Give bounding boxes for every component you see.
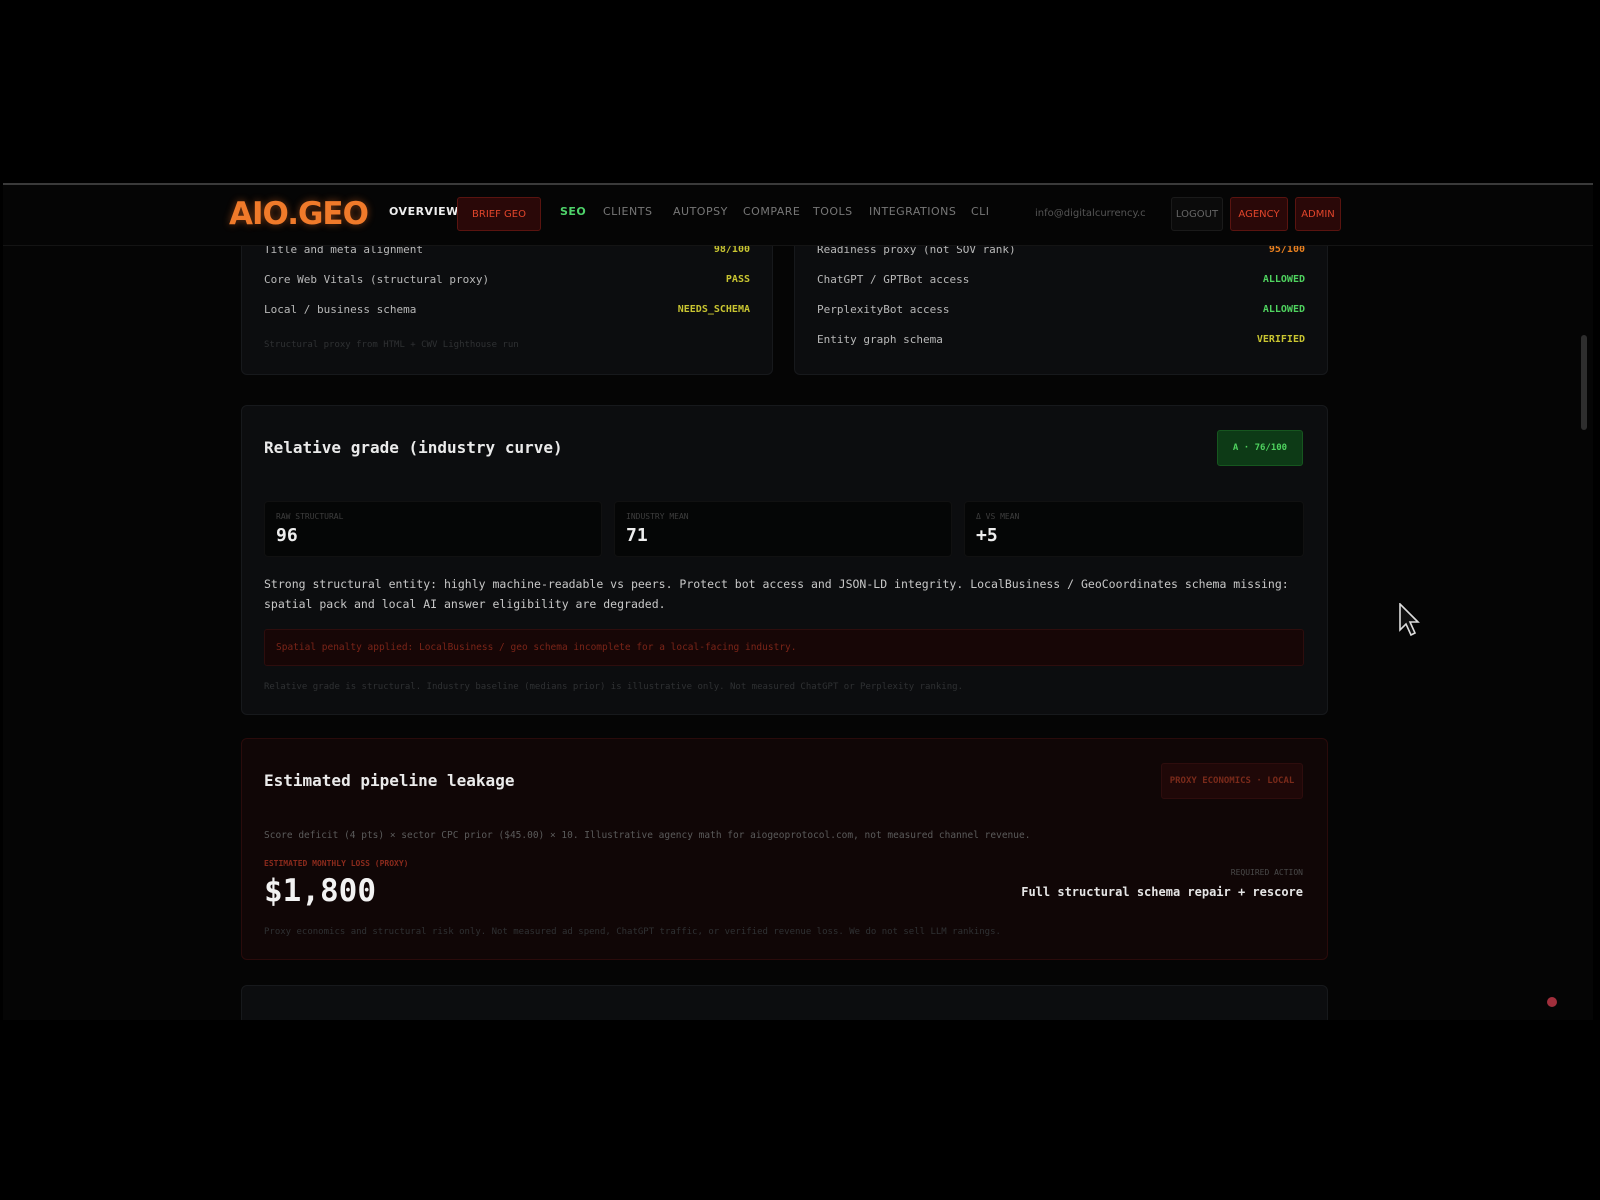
proxy-economics-badge: PROXY ECONOMICS · LOCAL: [1161, 763, 1303, 799]
nav-tools[interactable]: TOOLS: [813, 205, 853, 218]
action-label: REQUIRED ACTION: [1230, 868, 1303, 877]
nav-compare[interactable]: COMPARE: [743, 205, 800, 218]
check-label: ChatGPT / GPTBot access: [817, 273, 970, 286]
stat-label: INDUSTRY MEAN: [626, 512, 689, 521]
chat-widget-icon[interactable]: [1547, 997, 1557, 1007]
next-card: [241, 985, 1328, 1020]
leakage-formula: Score deficit (4 pts) × sector CPC prior…: [264, 830, 1031, 841]
check-value: PASS: [725, 274, 750, 285]
logout-button[interactable]: LOGOUT: [1171, 197, 1223, 231]
top-nav: AIO.GEO OVERVIEW BRIEF GEO SEO CLIENTS A…: [3, 185, 1593, 246]
section-title: Relative grade (industry curve): [264, 438, 563, 457]
footnote: Structural proxy from HTML + CWV Lightho…: [264, 340, 519, 350]
check-value: ALLOWED: [1262, 304, 1305, 315]
spatial-penalty-warning: Spatial penalty applied: LocalBusiness /…: [264, 629, 1304, 666]
nav-autopsy[interactable]: AUTOPSY: [673, 205, 728, 218]
check-label: Entity graph schema: [817, 333, 943, 346]
stat-delta-vs-mean: Δ VS MEAN +5: [964, 501, 1304, 557]
stat-industry-mean: INDUSTRY MEAN 71: [614, 501, 952, 557]
nav-seo[interactable]: SEO: [560, 205, 586, 218]
account-email: info@digitalcurrency.c: [1035, 208, 1146, 219]
stat-label: Δ VS MEAN: [976, 512, 1020, 521]
app-window: AIO.GEO OVERVIEW BRIEF GEO SEO CLIENTS A…: [3, 183, 1593, 1020]
agency-button[interactable]: AGENCY: [1230, 197, 1288, 231]
nav-brief-geo[interactable]: BRIEF GEO: [457, 197, 541, 231]
check-label: Local / business schema: [264, 303, 417, 316]
nav-clients[interactable]: CLIENTS: [603, 205, 652, 218]
stat-label: RAW STRUCTURAL: [276, 512, 344, 521]
check-label: PerplexityBot access: [817, 303, 950, 316]
mouse-pointer-icon: [1399, 603, 1420, 637]
scrollbar[interactable]: [1581, 335, 1587, 430]
stat-value: +5: [976, 525, 998, 546]
check-value: NEEDS_SCHEMA: [677, 304, 750, 315]
pipeline-leakage-card: Estimated pipeline leakage PROXY ECONOMI…: [241, 738, 1328, 960]
footnote: Proxy economics and structural risk only…: [264, 927, 1001, 937]
stat-value: 96: [276, 525, 298, 546]
monthly-loss-amount: $1,800: [264, 873, 376, 909]
logo[interactable]: AIO.GEO: [229, 196, 369, 232]
stat-value: 71: [626, 525, 648, 546]
footnote: Relative grade is structural. Industry b…: [264, 682, 963, 692]
loss-label: ESTIMATED MONTHLY LOSS (PROXY): [264, 859, 409, 868]
grade-badge: A · 76/100: [1217, 430, 1303, 466]
nav-integrations[interactable]: INTEGRATIONS: [869, 205, 956, 218]
check-value: VERIFIED: [1256, 334, 1305, 345]
check-label: Core Web Vitals (structural proxy): [264, 273, 490, 286]
nav-overview[interactable]: OVERVIEW: [389, 205, 459, 218]
required-action: Full structural schema repair + rescore: [1021, 885, 1303, 899]
stat-raw-structural: RAW STRUCTURAL 96: [264, 501, 602, 557]
nav-cli[interactable]: CLI: [971, 205, 990, 218]
grade-description: Strong structural entity: highly machine…: [264, 577, 1289, 611]
section-title: Estimated pipeline leakage: [264, 771, 515, 790]
check-value: ALLOWED: [1262, 274, 1305, 285]
relative-grade-card: Relative grade (industry curve) A · 76/1…: [241, 405, 1328, 715]
admin-button[interactable]: ADMIN: [1295, 197, 1341, 231]
